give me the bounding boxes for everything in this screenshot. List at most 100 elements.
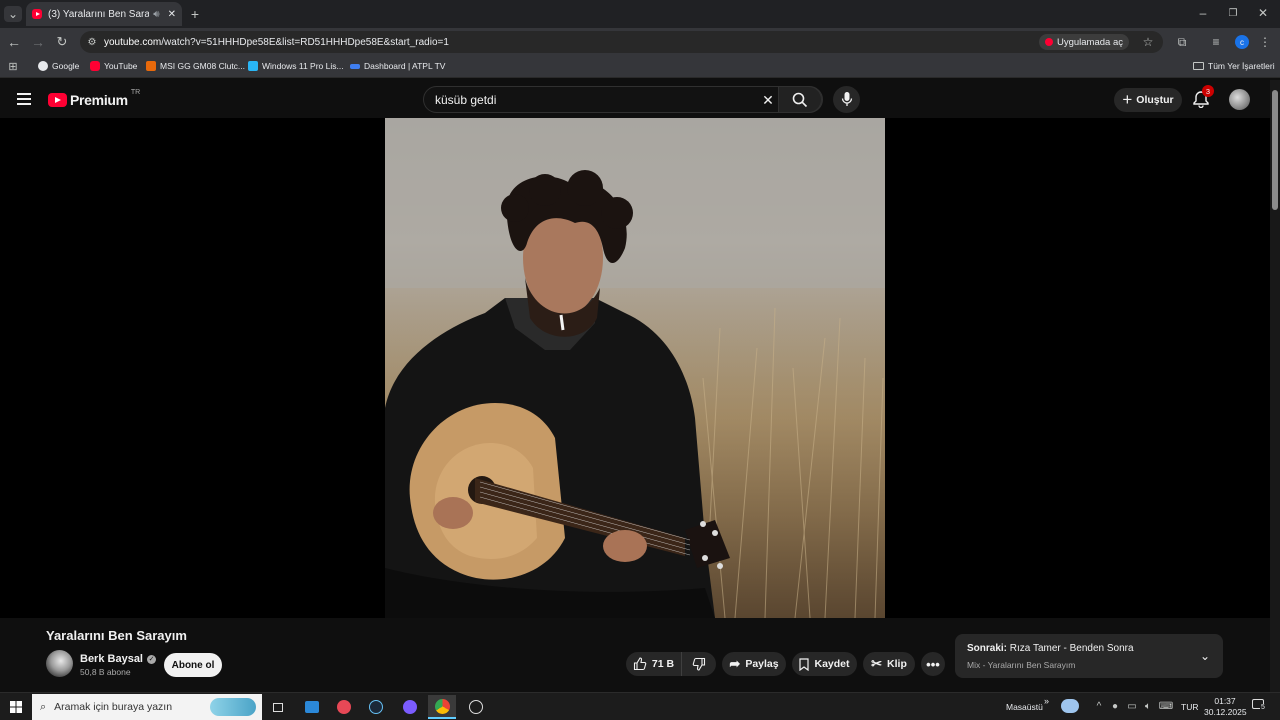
search-icon: ⌕ <box>40 700 47 713</box>
save-button[interactable]: Kaydet <box>792 652 857 676</box>
bookmark-label: YouTube <box>104 61 138 71</box>
open-in-app-button[interactable]: Uygulamada aç <box>1038 34 1129 50</box>
google-icon <box>38 61 48 71</box>
reload-icon[interactable]: ↻ <box>54 34 70 50</box>
video-title: Yaralarını Ben Sarayım <box>46 628 187 643</box>
taskbar-search-box[interactable]: ⌕ Aramak için buraya yazın <box>32 694 262 720</box>
bookmark-label: Windows 11 Pro Lis... <box>262 61 344 71</box>
musician-with-guitar-image <box>385 118 885 618</box>
share-button[interactable]: ➦ Paylaş <box>722 652 786 676</box>
youtube-logo[interactable]: Premium TR <box>48 89 140 108</box>
scissors-icon: ✂︎ <box>871 656 883 671</box>
channel-avatar[interactable] <box>46 650 73 677</box>
forward-icon[interactable]: → <box>30 34 46 50</box>
browser-tab-bar: ⌄ (3) Yaralarını Ben Sarayım - 🔊︎ ✕ + – … <box>0 0 1280 28</box>
verified-icon: ✓ <box>147 654 156 664</box>
bookmark-label: Dashboard | ATPL TV <box>364 61 446 71</box>
network-icon[interactable]: ▭ <box>1125 700 1139 712</box>
bookmarks-bar: ⊞ Google YouTube MSI GG GM08 Clutc... Wi… <box>0 56 1280 78</box>
apps-grid-icon[interactable]: ⊞ <box>7 60 19 73</box>
task-view-icon[interactable] <box>264 695 292 719</box>
chrome-menu-icon[interactable]: ⋮ <box>1258 34 1272 50</box>
thumbs-down-icon <box>692 657 706 671</box>
clip-button[interactable]: ✂︎ Klip <box>863 652 915 676</box>
window-close-icon[interactable]: ✕ <box>1256 6 1270 20</box>
tab-close-icon[interactable]: ✕ <box>168 9 176 20</box>
date: 30.12.2025 <box>1204 707 1247 717</box>
tab-youtube[interactable]: (3) Yaralarını Ben Sarayım - 🔊︎ ✕ <box>26 2 182 26</box>
url-domain: youtube.com <box>104 36 162 48</box>
page-scrollbar[interactable] <box>1270 80 1280 692</box>
microphone-icon <box>841 92 853 106</box>
up-next-card[interactable]: Sonraki: Rıza Tamer - Benden Sonra Mix -… <box>955 634 1223 678</box>
back-icon[interactable]: ← <box>6 34 22 50</box>
minimize-icon[interactable]: – <box>1196 6 1210 20</box>
clock[interactable]: 01:37 30.12.2025 <box>1204 696 1247 718</box>
keyboard-icon[interactable]: ⌨︎ <box>1158 700 1174 712</box>
open-in-app-label: Uygulamada aç <box>1056 36 1123 48</box>
app-icon-4[interactable] <box>396 695 424 719</box>
bookmark-star-icon[interactable]: ☆ <box>1141 35 1155 49</box>
address-bar[interactable]: ⚙︎ youtube.com /watch?v=51HHHDpe58E&list… <box>80 31 1163 53</box>
up-next-line: Sonraki: Rıza Tamer - Benden Sonra <box>967 643 1134 654</box>
microphone-tray-icon[interactable]: ● <box>1110 700 1120 712</box>
desktop-label[interactable]: Masaüstü <box>1006 702 1043 712</box>
youtube-app-icon <box>1044 38 1053 46</box>
restore-icon[interactable]: ❐ <box>1226 6 1240 20</box>
mix-label: Mix - Yaralarını Ben Sarayım <box>967 660 1076 670</box>
search-input[interactable]: küsüb getdi <box>435 93 496 107</box>
search-button[interactable] <box>778 86 822 113</box>
speaker-icon[interactable]: 🔊︎ <box>153 9 159 20</box>
channel-name-link[interactable]: Berk Baysal ✓ <box>80 653 156 665</box>
volume-icon[interactable]: 🔈︎ <box>1141 700 1155 712</box>
voice-search-button[interactable] <box>833 86 860 113</box>
create-button[interactable]: + Oluştur <box>1114 88 1182 112</box>
tab-search-icon[interactable]: ⌄ <box>4 6 22 22</box>
show-hidden-icons[interactable]: ^ <box>1094 701 1104 712</box>
search-icon <box>792 92 808 108</box>
bookmark-icon <box>799 657 810 671</box>
notification-center-button[interactable]: 5 <box>1252 699 1268 713</box>
app-icon-6[interactable] <box>462 695 490 719</box>
app-icon-1[interactable] <box>298 695 326 719</box>
clip-label: Klip <box>887 658 907 670</box>
profile-avatar[interactable]: c <box>1235 35 1249 49</box>
expand-chevron-icon[interactable]: ⌄ <box>1197 648 1213 664</box>
like-button[interactable]: 71 B <box>626 652 682 676</box>
steam-icon[interactable] <box>362 695 390 719</box>
bookmark-google[interactable]: Google <box>38 61 79 71</box>
weather-icon[interactable] <box>1061 699 1079 713</box>
windows-logo-icon <box>10 701 22 713</box>
account-avatar[interactable] <box>1229 89 1250 110</box>
site-info-icon[interactable]: ⚙︎ <box>85 35 99 49</box>
bookmark-msi[interactable]: MSI GG GM08 Clutc... <box>146 61 245 71</box>
subscribe-button[interactable]: Abone ol <box>164 653 222 677</box>
notifications-button[interactable]: 3 <box>1193 85 1214 109</box>
new-tab-icon[interactable]: + <box>188 6 202 22</box>
toolbar-expand-icon[interactable]: » <box>1044 696 1049 706</box>
chrome-taskbar-icon[interactable] <box>428 695 456 719</box>
bookmark-label: MSI GG GM08 Clutc... <box>160 61 246 71</box>
bookmark-atpl[interactable]: Dashboard | ATPL TV <box>350 61 445 71</box>
notification-badge: 3 <box>1202 85 1214 97</box>
hamburger-menu-icon[interactable] <box>17 93 31 105</box>
bookmark-youtube[interactable]: YouTube <box>90 61 137 71</box>
time: 01:37 <box>1214 696 1236 706</box>
search-box[interactable]: küsüb getdi ✕ <box>423 86 823 113</box>
video-frame[interactable] <box>385 118 885 618</box>
bookmark-windows[interactable]: Windows 11 Pro Lis... <box>248 61 344 71</box>
app-icon-2[interactable] <box>330 695 358 719</box>
scrollbar-thumb[interactable] <box>1272 90 1278 210</box>
start-button[interactable] <box>2 695 30 719</box>
language-indicator[interactable]: TUR <box>1181 702 1198 712</box>
all-bookmarks[interactable]: Tüm Yer İşaretleri <box>1193 61 1275 71</box>
media-control-icon[interactable]: ≡ <box>1208 34 1224 50</box>
extensions-icon[interactable]: ⧉ <box>1174 34 1190 50</box>
logo-text: Premium <box>70 92 128 108</box>
more-actions-button[interactable]: ••• <box>921 652 945 676</box>
video-player[interactable] <box>0 118 1270 618</box>
up-next-title: Rıza Tamer - Benden Sonra <box>1009 643 1134 654</box>
folder-icon <box>1193 62 1204 70</box>
clear-search-icon[interactable]: ✕ <box>760 92 776 108</box>
dislike-button[interactable] <box>682 652 716 676</box>
